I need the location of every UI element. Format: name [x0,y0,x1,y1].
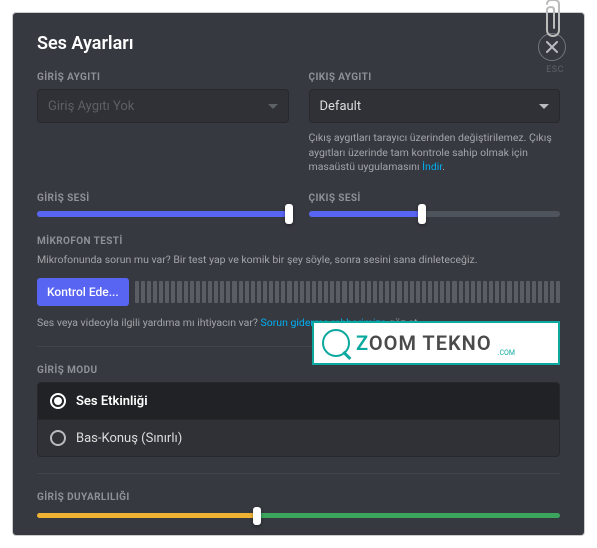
radio-push-to-talk[interactable]: Bas-Konuş (Sınırlı) [38,419,559,456]
settings-modal: ESC Ses Ayarları GİRİŞ AYGITI Giriş Aygı… [12,12,585,536]
paperclip-decoration [539,0,567,44]
divider [37,473,560,474]
mic-test-label: MİKROFON TESTİ [37,236,560,247]
input-mode-group: Ses Etkinliği Bas-Konuş (Sınırlı) [37,382,560,457]
chevron-down-icon [539,104,549,109]
input-volume-slider[interactable] [37,210,289,218]
radio-label: Bas-Konuş (Sınırlı) [76,431,182,446]
output-device-help: Çıkış aygıtları tarayıcı üzerinden değiş… [309,131,561,175]
input-device-label: GİRİŞ AYGITI [37,72,289,83]
mic-level-meter [135,281,560,303]
sensitivity-slider[interactable] [37,509,560,523]
radio-icon [50,430,66,446]
page-title: Ses Ayarları [37,33,560,54]
watermark: ZOOM TEKNO .COM [312,321,560,365]
input-device-value: Giriş Aygıtı Yok [48,99,134,114]
mic-test-button[interactable]: Kontrol Ede... [37,278,129,306]
input-device-select[interactable]: Giriş Aygıtı Yok [37,89,289,123]
esc-label: ESC [546,65,564,75]
input-volume-label: GİRİŞ SESİ [37,193,289,204]
output-device-select[interactable]: Default [309,89,561,123]
output-volume-slider[interactable] [309,210,561,218]
sensitivity-warning: Herhangi bir etkin giriş aygıtın yok. Gi… [37,533,560,536]
download-link[interactable]: İndir [422,160,442,173]
mic-test-desc: Mikrofonunda sorun mu var? Bir test yap … [37,253,560,268]
input-mode-label: GİRİŞ MODU [37,365,560,376]
magnifier-icon [322,329,350,357]
output-device-value: Default [320,99,362,114]
sensitivity-label: GİRİŞ DUYARLILIĞI [37,492,560,503]
radio-icon [50,393,66,409]
radio-voice-activity[interactable]: Ses Etkinliği [38,383,559,419]
output-volume-label: ÇIKIŞ SESİ [309,193,561,204]
output-device-label: ÇIKIŞ AYGITI [309,72,561,83]
radio-label: Ses Etkinliği [76,394,148,409]
chevron-down-icon [268,104,278,109]
